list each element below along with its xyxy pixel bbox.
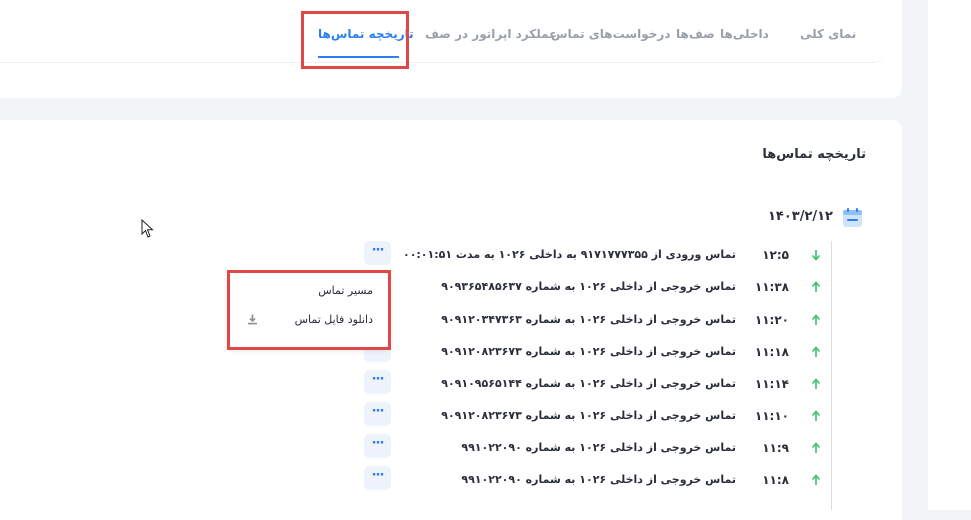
outgoing-arrow-icon — [811, 378, 821, 389]
incoming-arrow-icon — [811, 250, 821, 261]
more-dots-icon: ··· — [371, 404, 385, 419]
mouse-cursor-icon — [141, 219, 154, 238]
menu-item-call-path[interactable]: مسیر تماس — [318, 284, 373, 297]
call-time: ۱۱:۲۰ — [754, 313, 789, 327]
call-time: ۱۱:۳۸ — [754, 280, 789, 294]
call-actions-dropdown: مسیر تماس دانلود فایل تماس — [230, 273, 388, 347]
more-options-button[interactable]: ··· — [364, 241, 391, 265]
more-dots-icon: ··· — [371, 468, 385, 483]
more-options-button[interactable]: ··· — [364, 466, 391, 490]
call-row: ۱۱:۲۰ تماس خروجی از داخلی ۱۰۲۶ به شماره ۹… — [0, 306, 902, 336]
calendar-icon — [843, 208, 862, 227]
tab-queues[interactable]: صف‌ها — [676, 27, 715, 41]
call-time: ۱۱:۹ — [762, 441, 789, 455]
more-options-button[interactable]: ··· — [364, 434, 391, 458]
right-panel — [928, 0, 971, 510]
more-options-button[interactable]: ··· — [364, 370, 391, 394]
menu-item-download-call[interactable]: دانلود فایل تماس — [295, 313, 373, 326]
outgoing-arrow-icon — [811, 346, 821, 357]
call-time: ۱۱:۱۸ — [754, 345, 789, 359]
call-row: ۱۲:۵ تماس ورودی از ۹۱۷۱۷۷۷۳۵۵ به داخلی ۱۰… — [0, 241, 902, 271]
call-row: ۱۱:۹ تماس خروجی از داخلی ۱۰۲۶ به شماره ۹۹… — [0, 434, 902, 464]
call-row: ۱۱:۱۴ تماس خروجی از داخلی ۱۰۲۶ به شماره ۹… — [0, 370, 902, 400]
date-label: ۱۴۰۳/۲/۱۲ — [767, 209, 833, 224]
active-tab-underline — [318, 56, 399, 58]
outgoing-arrow-icon — [811, 314, 821, 325]
call-description: تماس خروجی از داخلی ۱۰۲۶ به شماره ۹۰۹۱۲۰… — [441, 313, 736, 326]
call-description: تماس خروجی از داخلی ۱۰۲۶ به شماره ۹۰۹۱۲۰… — [441, 409, 736, 422]
call-description: تماس خروجی از داخلی ۱۰۲۶ به شماره ۹۰۹۱۲۰… — [441, 345, 736, 358]
download-icon — [248, 314, 257, 325]
call-row: ۱۱:۳۸ تماس خروجی از داخلی ۱۰۲۶ به شماره ۹… — [0, 273, 902, 303]
more-dots-icon: ··· — [371, 372, 385, 387]
outgoing-arrow-icon — [811, 281, 821, 292]
call-description: تماس ورودی از ۹۱۷۱۷۷۷۳۵۵ به داخلی ۱۰۲۶ ب… — [402, 248, 736, 261]
outgoing-arrow-icon — [811, 474, 821, 485]
call-row: ۱۱:۸ تماس خروجی از داخلی ۱۰۲۶ به شماره ۹۹… — [0, 466, 902, 496]
outgoing-arrow-icon — [811, 410, 821, 421]
tab-operator-performance[interactable]: عملکرد اپراتور در صف — [425, 27, 557, 41]
call-description: تماس خروجی از داخلی ۱۰۲۶ به شماره ۹۹۱۰۲۲… — [461, 473, 736, 486]
more-dots-icon: ··· — [371, 436, 385, 451]
more-dots-icon: ··· — [371, 243, 385, 258]
tab-extensions[interactable]: داخلی‌ها — [720, 27, 769, 41]
call-description: تماس خروجی از داخلی ۱۰۲۶ به شماره ۹۹۱۰۲۲… — [461, 441, 736, 454]
call-description: تماس خروجی از داخلی ۱۰۲۶ به شماره ۹۰۹۱۰۹… — [441, 377, 736, 390]
call-time: ۱۱:۸ — [762, 473, 789, 487]
call-time: ۱۱:۱۴ — [754, 377, 789, 391]
tab-call-requests[interactable]: درخواست‌های تماس — [551, 27, 670, 41]
call-row: ۱۱:۱۰ تماس خروجی از داخلی ۱۰۲۶ به شماره ۹… — [0, 402, 902, 432]
section-title: تاریخچه تماس‌ها — [762, 147, 866, 162]
call-time: ۱۲:۵ — [762, 248, 789, 262]
outgoing-arrow-icon — [811, 442, 821, 453]
tab-call-history[interactable]: تاریخچه تماس‌ها — [318, 27, 414, 41]
call-row: ۱۱:۱۸ تماس خروجی از داخلی ۱۰۲۶ به شماره ۹… — [0, 338, 902, 368]
tab-overview[interactable]: نمای کلی — [800, 27, 856, 41]
call-time: ۱۱:۱۰ — [754, 409, 789, 423]
more-options-button[interactable]: ··· — [364, 402, 391, 426]
call-description: تماس خروجی از داخلی ۱۰۲۶ به شماره ۹۰۹۳۶۵… — [441, 280, 736, 293]
